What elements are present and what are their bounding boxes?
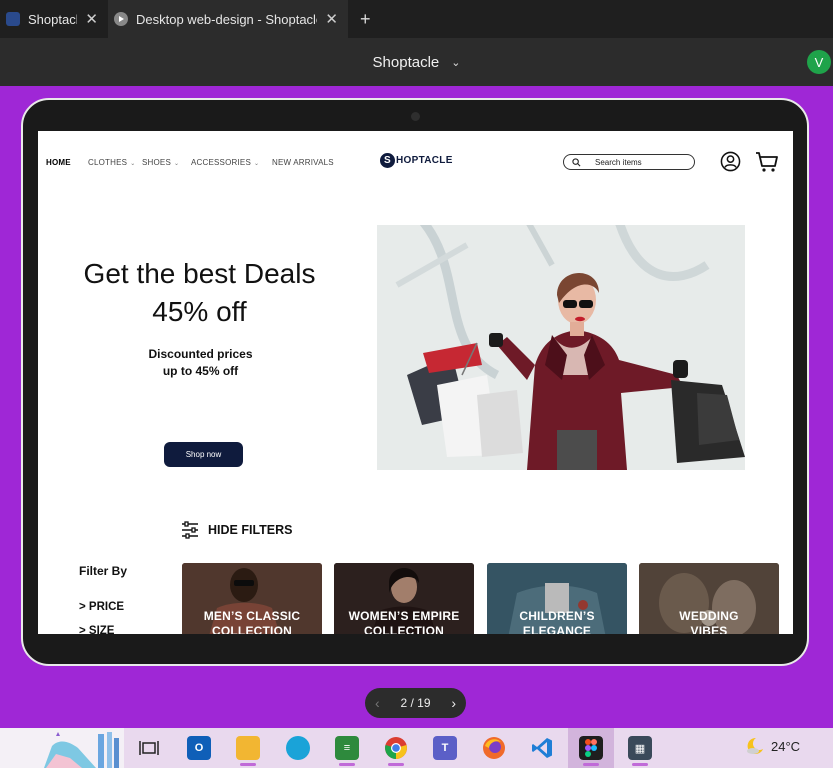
- hide-filters-label: HIDE FILTERS: [208, 523, 293, 537]
- firefox-icon[interactable]: [482, 736, 506, 760]
- nav-clothes[interactable]: CLOTHES ⌄: [88, 158, 135, 167]
- category-card-wedding[interactable]: WEDDING VIBES: [639, 563, 779, 634]
- nav-label: CLOTHES: [88, 158, 128, 167]
- tab-label: Shoptacle: [28, 11, 77, 27]
- card-label-line1: WOMEN’S EMPIRE: [348, 609, 460, 623]
- card-label: MEN’S CLASSIC COLLECTION: [182, 609, 322, 634]
- next-slide-button[interactable]: ›: [451, 695, 456, 711]
- filter-price[interactable]: > PRICE: [79, 601, 124, 613]
- active-indicator: [583, 763, 599, 766]
- running-indicator: [339, 763, 355, 766]
- slide-pager: ‹ 2 / 19 ›: [365, 688, 466, 718]
- play-icon: [114, 12, 128, 26]
- chevron-down-icon: ⌄: [174, 161, 180, 167]
- hero-title-line1: Get the best Deals: [83, 258, 316, 289]
- filter-size[interactable]: > SIZE: [79, 625, 114, 634]
- edge-icon[interactable]: [286, 736, 310, 760]
- logo-text: HOPTACLE: [396, 155, 453, 166]
- card-label: WEDDING VIBES: [639, 609, 779, 634]
- presentation-header: Shoptacle ⌄ V: [0, 38, 833, 86]
- hero-sub-line1: Discounted prices: [148, 347, 253, 361]
- camera-dot: [411, 112, 420, 121]
- nav-new-arrivals[interactable]: NEW ARRIVALS: [272, 158, 334, 167]
- vscode-icon[interactable]: [530, 736, 554, 760]
- nav-shoes[interactable]: SHOES ⌄: [142, 158, 179, 167]
- hero-title: Get the best Deals 45% off: [72, 255, 327, 331]
- running-indicator: [388, 763, 404, 766]
- hide-filters-button[interactable]: HIDE FILTERS: [181, 521, 293, 539]
- file-explorer-icon[interactable]: [236, 736, 260, 760]
- tab-shoptacle[interactable]: Shoptacle ✕: [0, 0, 108, 38]
- running-indicator: [632, 763, 648, 766]
- card-label-line2: VIBES: [690, 624, 728, 634]
- figma-file-icon: [6, 12, 20, 26]
- chevron-down-icon[interactable]: ⌄: [451, 56, 460, 69]
- category-card-womens[interactable]: WOMEN’S EMPIRE COLLECTION: [334, 563, 474, 634]
- hero-image: [377, 225, 745, 470]
- tablet-frame: HOME CLOTHES ⌄ SHOES ⌄ ACCESSORIES ⌄ NEW AR…: [21, 98, 809, 666]
- close-tab-icon[interactable]: ✕: [85, 10, 98, 28]
- weather-widget[interactable]: 24°C: [745, 736, 800, 756]
- card-label: WOMEN’S EMPIRE COLLECTION: [334, 609, 474, 634]
- site-nav: HOME CLOTHES ⌄ SHOES ⌄ ACCESSORIES ⌄ NEW AR…: [38, 131, 793, 193]
- nav-label: ACCESSORIES: [191, 158, 251, 167]
- card-label-line2: COLLECTION: [364, 624, 444, 634]
- shop-now-button[interactable]: Shop now: [164, 442, 243, 467]
- spreadsheet-app-icon[interactable]: ≡: [335, 736, 359, 760]
- tab-desktop-web-design[interactable]: Desktop web-design - Shoptacle ✕: [108, 0, 348, 38]
- task-view-icon[interactable]: [137, 736, 161, 760]
- card-label-line2: ELEGANCE: [522, 624, 592, 634]
- running-indicator: [240, 763, 256, 766]
- category-card-mens[interactable]: MEN’S CLASSIC COLLECTION: [182, 563, 322, 634]
- chrome-icon[interactable]: [384, 736, 408, 760]
- card-label-line1: MEN’S CLASSIC: [203, 609, 301, 623]
- tab-label: Desktop web-design - Shoptacle: [136, 11, 318, 27]
- card-label: CHILDREN’S ELEGANCE: [487, 609, 627, 634]
- logo-initial: S: [380, 153, 395, 168]
- browser-tab-bar: Shoptacle ✕ Desktop web-design - Shoptac…: [0, 0, 833, 38]
- chevron-down-icon: ⌄: [130, 161, 136, 167]
- file-title[interactable]: Shoptacle: [373, 54, 440, 71]
- site-logo[interactable]: S HOPTACLE: [380, 153, 453, 168]
- figma-icon[interactable]: [579, 736, 603, 760]
- moon-cloud-icon: [747, 737, 763, 754]
- hero-subtitle: Discounted prices up to 45% off: [128, 346, 273, 380]
- shopping-cart-icon[interactable]: [755, 150, 779, 174]
- user-account-icon[interactable]: [720, 151, 741, 172]
- user-avatar[interactable]: V: [807, 50, 831, 74]
- new-tab-button[interactable]: +: [348, 0, 383, 38]
- calculator-icon[interactable]: ▦: [628, 736, 652, 760]
- search-icon: [572, 157, 581, 166]
- search-input[interactable]: Search items: [563, 154, 695, 170]
- search-placeholder: Search items: [595, 157, 642, 167]
- close-tab-icon[interactable]: ✕: [325, 10, 338, 28]
- widgets-landscape-icon: [0, 728, 124, 768]
- outlook-icon[interactable]: O: [187, 736, 211, 760]
- previous-slide-button[interactable]: ‹: [375, 695, 380, 711]
- card-label-line1: WEDDING: [679, 609, 739, 623]
- website-screen: HOME CLOTHES ⌄ SHOES ⌄ ACCESSORIES ⌄ NEW AR…: [38, 131, 793, 634]
- slide-counter: 2 / 19: [400, 696, 431, 710]
- filter-sliders-icon: [182, 521, 198, 539]
- card-label-line2: COLLECTION: [212, 624, 292, 634]
- nav-home[interactable]: HOME: [46, 158, 71, 167]
- nav-accessories[interactable]: ACCESSORIES ⌄: [191, 158, 259, 167]
- temperature: 24°C: [771, 738, 801, 754]
- teams-icon[interactable]: T: [433, 736, 457, 760]
- chevron-down-icon: ⌄: [254, 161, 260, 167]
- filter-by-heading: Filter By: [79, 564, 128, 578]
- hero-sub-line2: up to 45% off: [162, 364, 239, 378]
- nav-label: SHOES: [142, 158, 172, 167]
- card-label-line1: CHILDREN’S: [519, 609, 595, 623]
- hero-title-line2: 45% off: [152, 296, 247, 327]
- windows-taskbar: O ≡ T ▦ 24°C: [0, 728, 833, 768]
- category-card-childrens[interactable]: CHILDREN’S ELEGANCE: [487, 563, 627, 634]
- widgets-button[interactable]: [0, 728, 124, 768]
